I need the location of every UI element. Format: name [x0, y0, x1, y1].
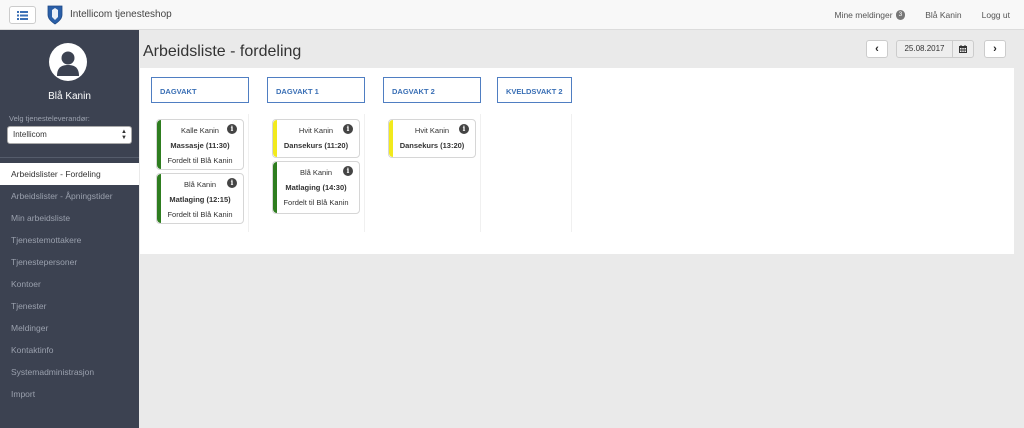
sidebar-item-systemadministrasjon[interactable]: Systemadministrasjon: [0, 361, 139, 383]
task-activity: Matlaging (14:30): [285, 183, 347, 192]
sidebar-item-tjenestemottakere[interactable]: Tjenestemottakere: [0, 229, 139, 251]
worklist-board: DAGVAKT i Kalle Kanin Massasje (11:30) F…: [140, 68, 1014, 254]
avatar: [49, 43, 87, 81]
info-icon[interactable]: i: [459, 124, 469, 134]
chevron-left-icon: ‹: [875, 43, 879, 55]
shift-column-header[interactable]: KVELDSVAKT 2: [497, 77, 572, 103]
sidebar-item-arbeidslister-fordeling[interactable]: Arbeidslister - Fordeling: [0, 163, 139, 185]
sidebar-item-min-arbeidsliste[interactable]: Min arbeidsliste: [0, 207, 139, 229]
previous-date-button[interactable]: ‹: [866, 40, 888, 58]
task-card[interactable]: i Hvit Kanin Dansekurs (11:20): [272, 119, 360, 158]
shift-column-header[interactable]: DAGVAKT 2: [383, 77, 481, 103]
select-caret-icon: ▲ ▼: [121, 129, 127, 141]
status-color-bar: [273, 120, 277, 157]
shift-column-header[interactable]: DAGVAKT 1: [267, 77, 365, 103]
supplier-label: Velg tjenesteleverandør:: [9, 114, 90, 123]
sidebar-divider: [0, 157, 139, 158]
task-card[interactable]: i Hvit Kanin Dansekurs (13:20): [388, 119, 476, 158]
info-icon[interactable]: i: [227, 124, 237, 134]
sidebar-item-kontoer[interactable]: Kontoer: [0, 273, 139, 295]
task-card[interactable]: i Blå Kanin Matlaging (12:15) Fordelt ti…: [156, 173, 244, 224]
sidebar-item-arbeidslister-apningstider[interactable]: Arbeidslister - Åpningstider: [0, 185, 139, 207]
top-navbar: Intellicom tjenesteshop Mine meldinger 3…: [0, 0, 1024, 30]
messages-label: Mine meldinger: [834, 10, 893, 20]
date-value: 25.08.2017: [897, 41, 953, 57]
shift-column-dagvakt-1: DAGVAKT 1 i Hvit Kanin Dansekurs (11:20)…: [267, 68, 365, 233]
messages-count-badge: 3: [895, 10, 906, 20]
task-activity: Massasje (11:30): [170, 141, 230, 150]
logo-shield-icon: [47, 5, 63, 25]
info-icon[interactable]: i: [227, 178, 237, 188]
sidebar: Blå Kanin Velg tjenesteleverandør: Intel…: [0, 30, 139, 428]
task-card[interactable]: i Kalle Kanin Massasje (11:30) Fordelt t…: [156, 119, 244, 170]
supplier-select-value: Intellicom: [13, 130, 47, 139]
sidebar-nav: Arbeidslister - Fordeling Arbeidslister …: [0, 163, 139, 405]
user-menu-link[interactable]: Blå Kanin: [925, 10, 961, 20]
task-activity: Dansekurs (11:20): [283, 141, 349, 150]
sidebar-item-tjenestepersoner[interactable]: Tjenestepersoner: [0, 251, 139, 273]
date-picker[interactable]: 25.08.2017: [896, 40, 974, 58]
app-title[interactable]: Intellicom tjenesteshop: [70, 9, 172, 20]
page-title: Arbeidsliste - fordeling: [143, 43, 302, 60]
sidebar-toggle-button[interactable]: [9, 6, 36, 24]
messages-link[interactable]: Mine meldinger 3: [834, 10, 906, 20]
task-activity: Dansekurs (13:20): [399, 141, 465, 150]
status-color-bar: [273, 162, 277, 213]
list-icon: [17, 10, 28, 20]
chevron-right-icon: ›: [993, 43, 997, 55]
sidebar-item-tjenester[interactable]: Tjenester: [0, 295, 139, 317]
next-date-button[interactable]: ›: [984, 40, 1006, 58]
info-icon[interactable]: i: [343, 124, 353, 134]
status-color-bar: [157, 174, 161, 223]
sidebar-item-import[interactable]: Import: [0, 383, 139, 405]
calendar-icon[interactable]: [953, 45, 973, 53]
info-icon[interactable]: i: [343, 166, 353, 176]
sidebar-user-name: Blå Kanin: [48, 91, 91, 102]
task-assigned: Fordelt til Blå Kanin: [167, 210, 233, 219]
status-color-bar: [157, 120, 161, 169]
task-assigned: Fordelt til Blå Kanin: [167, 156, 233, 165]
shift-column-dagvakt-2: DAGVAKT 2 i Hvit Kanin Dansekurs (13:20): [383, 68, 481, 233]
shift-column-header[interactable]: DAGVAKT: [151, 77, 249, 103]
sidebar-item-kontaktinfo[interactable]: Kontaktinfo: [0, 339, 139, 361]
shift-column-kveldsvakt-2: KVELDSVAKT 2: [497, 68, 572, 233]
task-activity: Matlaging (12:15): [169, 195, 231, 204]
task-card[interactable]: i Blå Kanin Matlaging (14:30) Fordelt ti…: [272, 161, 360, 214]
supplier-select[interactable]: Intellicom ▲ ▼: [7, 126, 132, 144]
task-assigned: Fordelt til Blå Kanin: [283, 198, 349, 207]
status-color-bar: [389, 120, 393, 157]
sidebar-item-meldinger[interactable]: Meldinger: [0, 317, 139, 339]
logout-link[interactable]: Logg ut: [982, 10, 1010, 20]
shift-column-dagvakt: DAGVAKT i Kalle Kanin Massasje (11:30) F…: [151, 68, 249, 233]
user-icon: [57, 51, 79, 76]
